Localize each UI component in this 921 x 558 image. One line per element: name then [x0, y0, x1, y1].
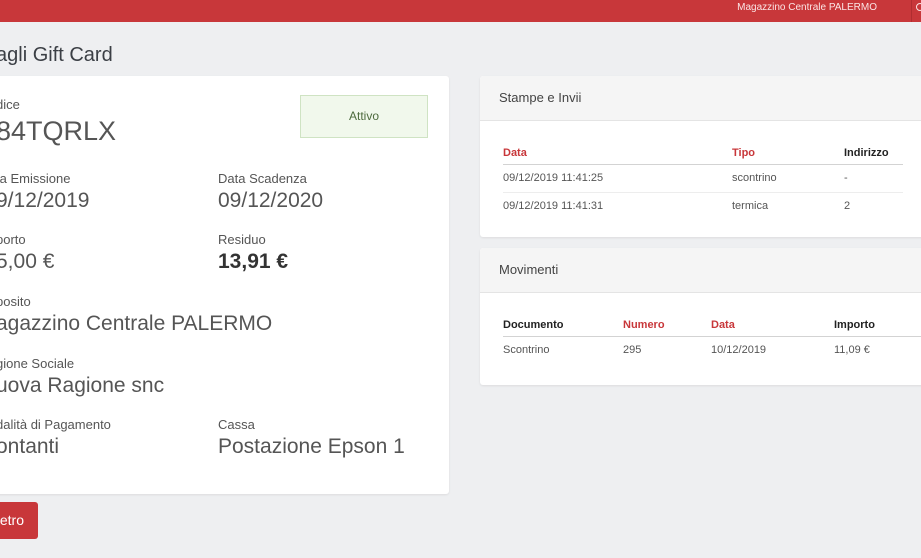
- stampe-header-row: Data Tipo Indirizzo: [503, 146, 903, 165]
- emissione-field: ta Emissione 9/12/2019: [0, 171, 89, 214]
- cell-tipo: termica: [732, 200, 769, 213]
- status-badge: Attivo: [300, 95, 428, 138]
- ragione-sociale-label: gione Sociale: [0, 356, 75, 371]
- pagamento-value: ontanti: [0, 435, 60, 458]
- codice-label: dice: [0, 97, 20, 112]
- col-header-documento: Documento: [503, 318, 623, 337]
- importo-label: porto: [0, 232, 26, 247]
- cell-data: 09/12/2019 11:41:31: [503, 200, 604, 213]
- stampe-title: Stampe e Invii: [480, 76, 921, 121]
- page-title: agli Gift Card: [0, 44, 113, 66]
- codice-field: dice 84TQRLX: [0, 97, 116, 148]
- col-header-data: Data: [503, 146, 732, 165]
- movimenti-table: Documento Numero Data Importo Scontrino …: [503, 318, 921, 364]
- scadenza-value: 09/12/2020: [218, 189, 324, 212]
- col-header-importo: Importo: [834, 318, 921, 337]
- back-button[interactable]: etro: [0, 502, 38, 539]
- ragione-sociale-value: uova Ragione snc: [0, 374, 165, 397]
- codice-value: 84TQRLX: [0, 116, 117, 146]
- residuo-label: Residuo: [218, 232, 266, 247]
- table-row[interactable]: 09/12/2019 11:41:31 termica 2: [503, 192, 903, 220]
- cell-tipo: scontrino: [732, 164, 844, 193]
- giftcard-details-card: dice 84TQRLX ta Emissione 9/12/2019 Data…: [0, 76, 449, 494]
- col-header-data: Data: [711, 318, 834, 337]
- movimenti-title: Movimenti: [480, 248, 921, 293]
- stampe-panel: Stampe e Invii Data Tipo Indirizzo 09/12…: [480, 76, 921, 237]
- cell-documento: Scontrino: [503, 344, 550, 357]
- pagamento-field: dalità di Pagamento ontanti: [0, 417, 111, 460]
- ragione-sociale-field: gione Sociale uova Ragione snc: [0, 356, 164, 399]
- cell-data: 09/12/2019 11:41:25: [503, 164, 732, 193]
- table-row[interactable]: 09/12/2019 11:41:25 scontrino -: [503, 164, 903, 193]
- user-menu[interactable]: [911, 0, 921, 22]
- importo-field: porto 5,00 €: [0, 232, 54, 275]
- cassa-value: Postazione Epson 1: [218, 435, 405, 458]
- cell-data: 10/12/2019: [711, 344, 767, 357]
- cassa-label: Cassa: [218, 417, 255, 432]
- cell-indirizzo: 2: [844, 200, 851, 213]
- stampe-table: Data Tipo Indirizzo 09/12/2019 11:41:25 …: [503, 146, 903, 220]
- cell-importo: 11,09 €: [834, 344, 870, 357]
- scadenza-label: Data Scadenza: [218, 171, 307, 186]
- pagamento-label: dalità di Pagamento: [0, 417, 111, 432]
- col-header-numero: Numero: [623, 318, 711, 337]
- movimenti-panel: Movimenti Documento Numero Data Importo …: [480, 248, 921, 385]
- deposito-field: posito agazzino Centrale PALERMO: [0, 294, 272, 337]
- residuo-value: 13,91 €: [218, 250, 289, 273]
- importo-value: 5,00 €: [0, 250, 55, 273]
- scadenza-field: Data Scadenza 09/12/2020: [218, 171, 323, 214]
- emissione-label: ta Emissione: [0, 171, 71, 186]
- cassa-field: Cassa Postazione Epson 1: [218, 417, 405, 460]
- movimenti-header-row: Documento Numero Data Importo: [503, 318, 921, 337]
- residuo-field: Residuo 13,91 €: [218, 232, 288, 275]
- emissione-value: 9/12/2019: [0, 189, 90, 212]
- store-name[interactable]: Magazzino Centrale PALERMO: [737, 2, 877, 13]
- cell-indirizzo: -: [844, 164, 903, 193]
- top-navbar: Magazzino Centrale PALERMO: [0, 0, 921, 22]
- table-row[interactable]: Scontrino 295 10/12/2019 11,09 €: [503, 336, 921, 364]
- deposito-label: posito: [0, 294, 31, 309]
- user-icon: [916, 3, 921, 11]
- col-header-indirizzo: Indirizzo: [844, 146, 903, 165]
- deposito-value: agazzino Centrale PALERMO: [0, 312, 273, 335]
- cell-numero: 295: [623, 344, 642, 357]
- col-header-tipo: Tipo: [732, 146, 844, 165]
